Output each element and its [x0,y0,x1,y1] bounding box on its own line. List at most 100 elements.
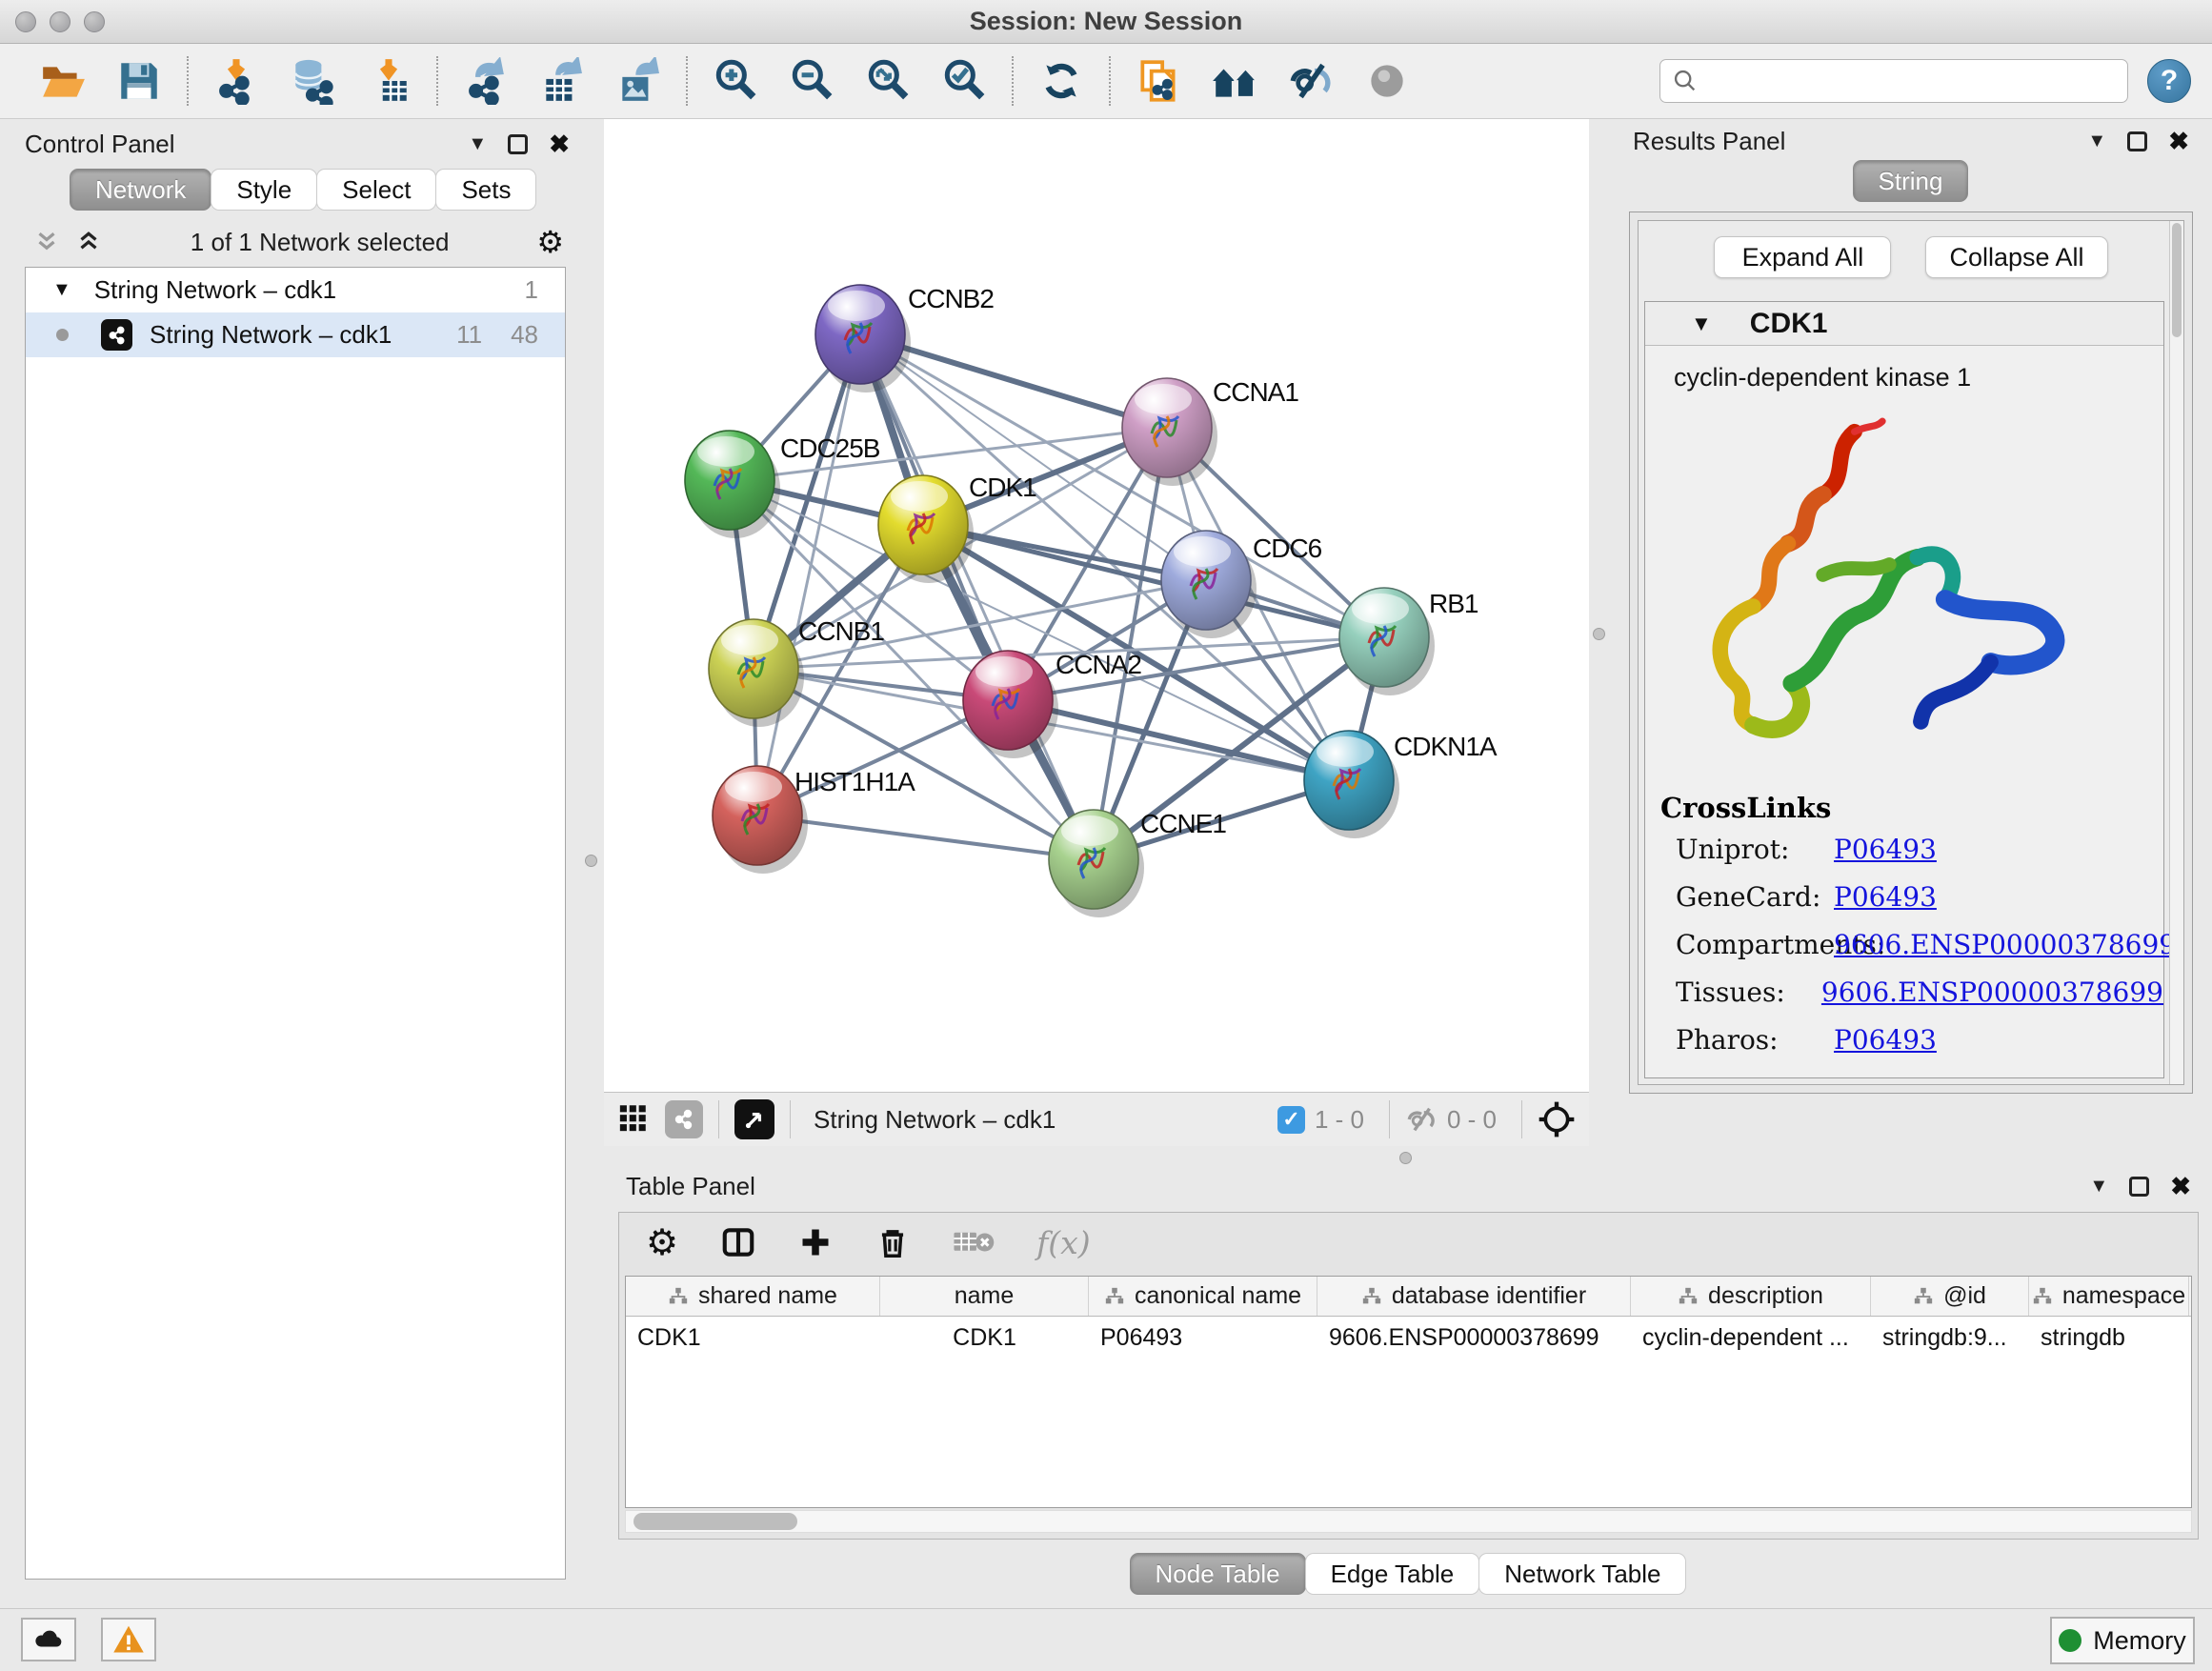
panel-menu-icon[interactable]: ▼ [468,133,487,155]
gene-caret-icon[interactable]: ▼ [1691,312,1712,336]
network-row[interactable]: String Network – cdk1 11 48 [26,312,565,357]
crosslink-link[interactable]: P06493 [1834,834,1937,865]
add-column-icon[interactable] [798,1225,833,1259]
panel-float-icon[interactable] [2127,131,2147,151]
table-cell[interactable]: 9606.ENSP00000378699 [1317,1317,1631,1359]
fit-selection-crosshair-icon[interactable] [1538,1100,1576,1138]
table-cell[interactable]: CDK1 [626,1317,880,1359]
zoom-fit-icon[interactable] [863,56,913,106]
warning-button[interactable] [101,1618,156,1661]
table-row[interactable]: CDK1CDK1P064939606.ENSP00000378699cyclin… [626,1317,2191,1359]
column-header-namespace[interactable]: namespace [2029,1277,2189,1316]
title-bar: Session: New Session [0,0,2212,44]
network-node[interactable]: CDKN1A [1304,731,1498,838]
export-table-icon[interactable] [537,56,587,106]
table-cell[interactable]: stringdb:9... [1871,1317,2029,1359]
panel-menu-icon[interactable]: ▼ [2087,131,2106,152]
table-options-gear-icon[interactable]: ⚙ [646,1221,678,1264]
right-splitter-handle[interactable] [1593,628,1605,640]
network-share-icon[interactable] [665,1100,703,1138]
tab-select[interactable]: Select [316,169,436,211]
memory-button[interactable]: Memory [2050,1617,2195,1664]
import-table-icon[interactable] [364,56,413,106]
network-node[interactable]: RB1 [1339,588,1478,695]
glasses-slash-icon[interactable] [1286,56,1336,106]
crosslink-link[interactable]: 9606.ENSP00000378699 [1821,976,2163,1008]
column-header-database-identifier[interactable]: database identifier [1317,1277,1631,1316]
crosslink-link[interactable]: P06493 [1834,881,1937,913]
delete-column-trash-icon[interactable] [875,1224,911,1260]
export-image-icon[interactable] [613,56,663,106]
network-edge[interactable] [1008,700,1349,780]
search-field[interactable] [1659,59,2128,103]
column-header-name[interactable]: name [880,1277,1089,1316]
hidden-eye-icon[interactable] [1405,1103,1438,1136]
open-session-icon[interactable] [38,56,88,106]
column-header-canonical-name[interactable]: canonical name [1089,1277,1317,1316]
column-header--id[interactable]: @id [1871,1277,2029,1316]
tab-style[interactable]: Style [211,169,317,211]
search-input[interactable] [1708,68,2116,94]
panel-close-icon[interactable]: ✖ [2168,127,2189,156]
zoom-in-icon[interactable] [711,56,760,106]
import-network-icon[interactable] [211,56,261,106]
column-header-description[interactable]: description [1631,1277,1871,1316]
grid-view-icon[interactable] [617,1101,650,1138]
refresh-layout-icon[interactable] [1036,56,1086,106]
table-cell[interactable]: stringdb [2029,1317,2189,1359]
table-cell[interactable]: cyclin-dependent ... [1631,1317,1871,1359]
collection-caret-icon[interactable]: ▼ [52,279,71,301]
crosslink-link[interactable]: P06493 [1834,1024,1937,1056]
expand-all-button[interactable]: Expand All [1714,236,1891,278]
panel-float-icon[interactable] [508,134,528,154]
crosslink-link[interactable]: 9606.ENSP00000378699 [1834,929,2176,960]
table-cell[interactable]: P06493 [1089,1317,1317,1359]
tab-string[interactable]: String [1853,160,1969,202]
zoom-selected-icon[interactable] [939,56,989,106]
results-scrollbar[interactable] [2169,221,2183,1084]
control-panel-tabs: NetworkStyleSelectSets [70,169,579,211]
network-collection-row[interactable]: ▼ String Network – cdk1 1 [26,268,565,312]
houses-icon[interactable] [1210,56,1259,106]
help-button[interactable]: ? [2147,59,2191,103]
panel-menu-icon[interactable]: ▼ [2089,1176,2108,1198]
network-edge[interactable] [757,334,860,815]
network-node[interactable]: CDC6 [1161,531,1322,638]
duplicate-network-icon[interactable] [1134,56,1183,106]
left-splitter-handle[interactable] [585,855,597,867]
tab-sets[interactable]: Sets [435,169,536,211]
hidden-counts: 0 - 0 [1447,1105,1497,1135]
tab-network-table[interactable]: Network Table [1478,1553,1686,1595]
expand-all-icon[interactable] [74,228,103,256]
network-edge-count: 48 [511,320,538,350]
cloud-button[interactable] [21,1618,76,1661]
collapse-all-icon[interactable] [32,228,61,256]
gene-panel-header[interactable]: ▼ CDK1 [1645,302,2163,346]
network-node[interactable]: CDK1 [878,473,1036,583]
results-scrollbar-thumb[interactable] [2172,223,2182,337]
eye-icon[interactable] [1362,56,1412,106]
table-hscrollbar-thumb[interactable] [633,1513,797,1530]
network-options-gear-icon[interactable]: ⚙ [536,224,564,260]
network-node[interactable]: HIST1H1A [713,766,915,874]
tab-edge-table[interactable]: Edge Table [1305,1553,1480,1595]
tab-node-table[interactable]: Node Table [1130,1553,1306,1595]
horizontal-splitter-handle[interactable] [1399,1152,1412,1164]
show-columns-icon[interactable] [720,1224,756,1260]
export-network-icon[interactable] [461,56,511,106]
save-session-icon[interactable] [114,56,164,106]
table-cell[interactable]: CDK1 [880,1317,1089,1359]
panel-close-icon[interactable]: ✖ [549,130,570,159]
birdseye-view-icon[interactable] [734,1099,774,1139]
table-hscrollbar[interactable] [625,1510,2192,1533]
selected-checkbox-icon[interactable]: ✓ [1277,1106,1305,1134]
panel-close-icon[interactable]: ✖ [2170,1172,2191,1201]
panel-float-icon[interactable] [2129,1177,2149,1197]
zoom-out-icon[interactable] [787,56,836,106]
tab-network[interactable]: Network [70,169,211,211]
table-tabs: Node TableEdge TableNetwork Table [614,1553,2202,1595]
collapse-all-button[interactable]: Collapse All [1925,236,2107,278]
column-header-shared-name[interactable]: shared name [626,1277,880,1316]
network-canvas[interactable]: CCNB2CCNA1CDC25BCDK1CDC6RB1CCNB1CCNA2CDK… [604,119,1589,1092]
import-database-icon[interactable] [288,56,337,106]
